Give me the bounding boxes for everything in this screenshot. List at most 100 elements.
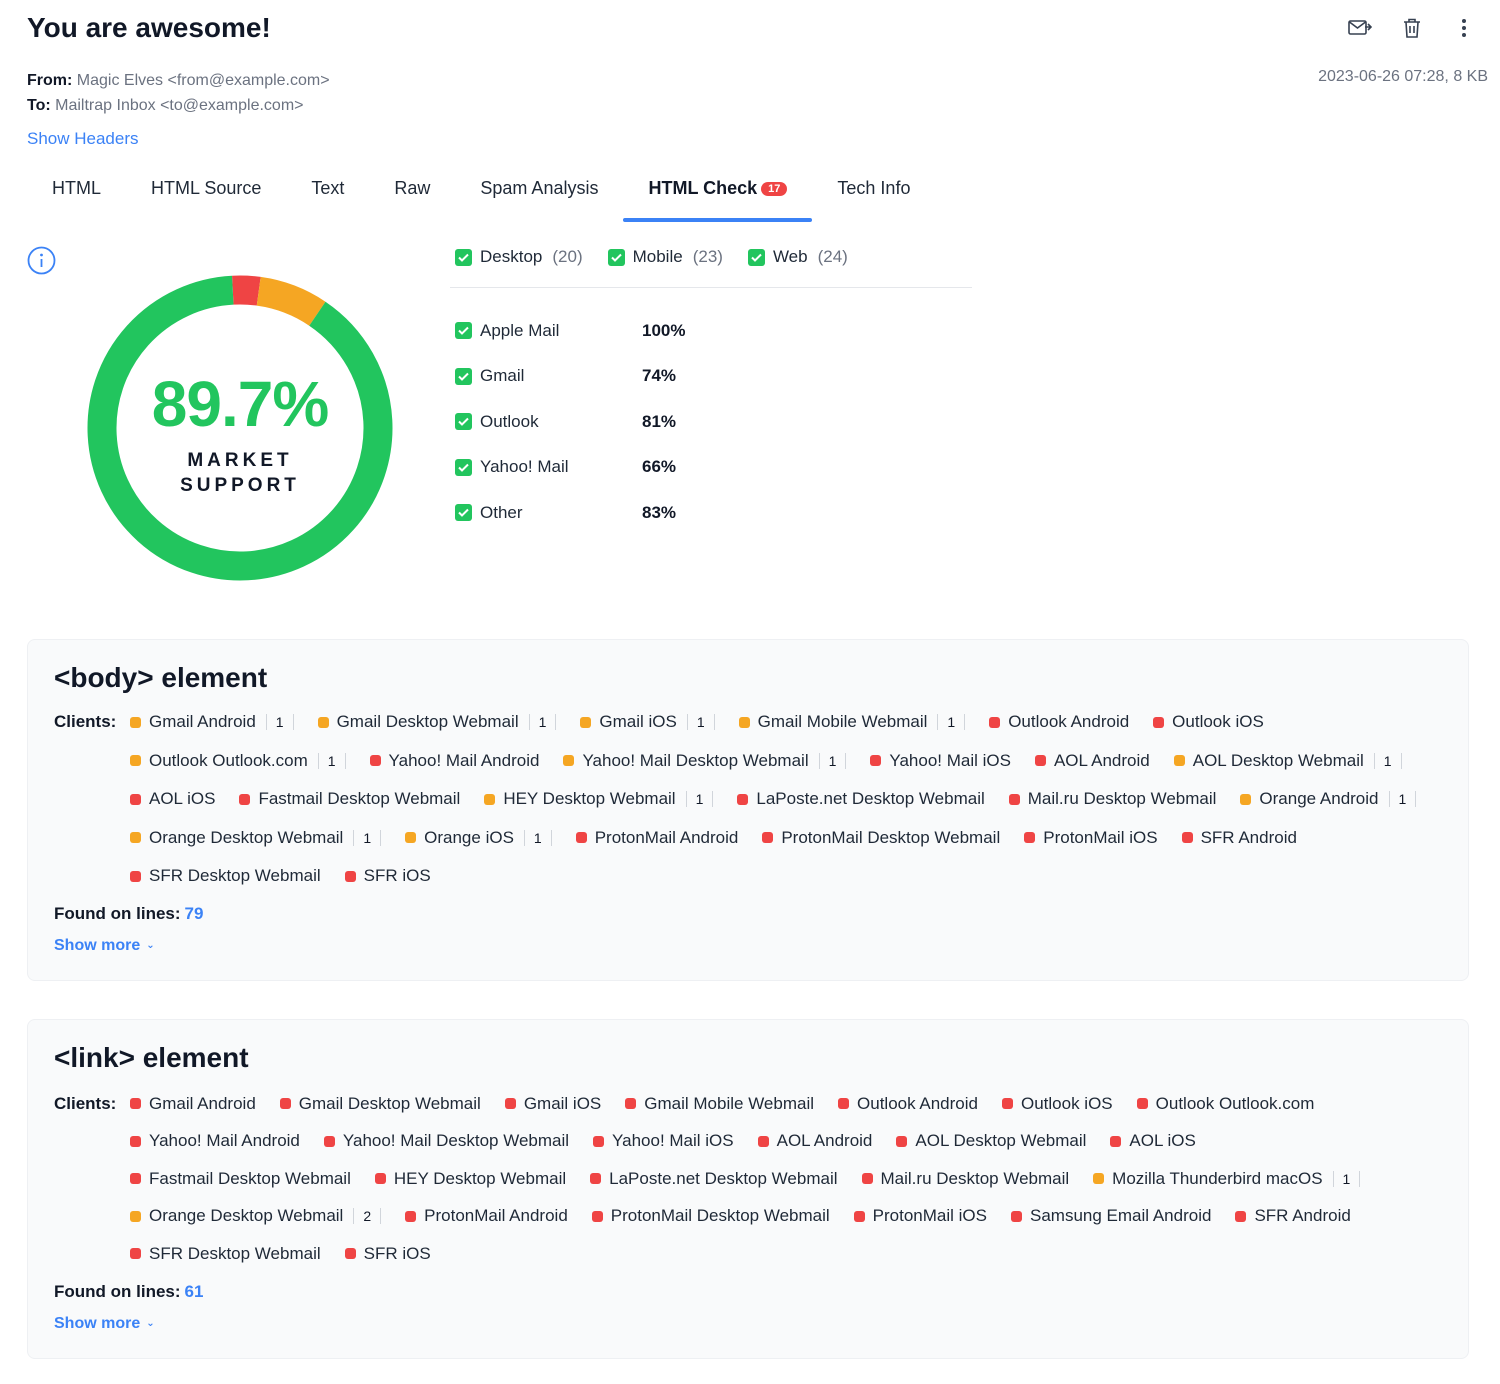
client-support-row: Yahoo! Mail 66% <box>455 445 685 491</box>
found-line-link[interactable]: 61 <box>185 1282 204 1301</box>
show-more-label[interactable]: Show more <box>54 937 140 954</box>
tab-raw[interactable]: Raw <box>369 170 455 222</box>
show-headers-link[interactable]: Show Headers <box>27 129 139 149</box>
info-icon[interactable] <box>27 246 56 275</box>
unsupported-dot-icon <box>762 832 774 844</box>
client-chip: Gmail Mobile Webmail 1 <box>738 703 966 742</box>
checkbox-checked-icon[interactable] <box>455 504 472 522</box>
client-toggle[interactable]: Gmail <box>455 366 642 386</box>
client-chip-name: Gmail Android <box>149 712 256 732</box>
tab-tech-info[interactable]: Tech Info <box>812 170 935 222</box>
note-count[interactable]: 2 <box>353 1208 382 1225</box>
client-name[interactable]: Other <box>480 503 523 523</box>
note-count[interactable]: 1 <box>818 752 847 769</box>
filter-mobile[interactable]: Mobile (23) <box>607 247 723 267</box>
client-chip: Yahoo! Mail Android <box>369 742 539 781</box>
more-vertical-icon[interactable] <box>1452 16 1476 40</box>
note-count[interactable]: 1 <box>1332 1170 1361 1187</box>
tab-text[interactable]: Text <box>286 170 369 222</box>
forward-mail-icon[interactable] <box>1348 16 1372 40</box>
note-count[interactable]: 1 <box>528 714 557 731</box>
unsupported-dot-icon <box>130 870 141 882</box>
filter-desktop[interactable]: Desktop (20) <box>455 247 583 267</box>
client-chip: Gmail Android <box>130 1085 256 1123</box>
filter-label[interactable]: Desktop <box>480 247 542 267</box>
client-toggle[interactable]: Other <box>455 503 642 523</box>
client-chip: SFR Desktop Webmail <box>130 1235 321 1273</box>
client-chip-name: AOL Desktop Webmail <box>1192 750 1364 770</box>
checkbox-checked-icon[interactable] <box>607 248 625 266</box>
filter-label[interactable]: Web <box>773 247 808 267</box>
checkbox-checked-icon[interactable] <box>455 322 472 340</box>
show-more-button[interactable]: Show more ⌄ <box>54 1315 155 1333</box>
tab-label[interactable]: Spam Analysis <box>480 178 598 198</box>
client-chip-name: SFR iOS <box>363 866 431 886</box>
client-chip: Gmail Mobile Webmail <box>625 1085 814 1123</box>
partial-dot-icon <box>130 832 141 844</box>
unsupported-dot-icon <box>1001 1098 1013 1110</box>
client-name[interactable]: Apple Mail <box>480 321 559 341</box>
client-toggle[interactable]: Yahoo! Mail <box>455 457 642 477</box>
found-line-link[interactable]: 79 <box>185 904 204 923</box>
tab-label[interactable]: Raw <box>394 178 430 198</box>
client-chip-name: HEY Desktop Webmail <box>393 1168 567 1188</box>
note-count[interactable]: 1 <box>1388 791 1417 808</box>
tab-html[interactable]: HTML <box>27 170 126 222</box>
note-count[interactable]: 1 <box>317 752 346 769</box>
market-support-label-line2: SUPPORT <box>180 475 300 496</box>
chevron-down-icon[interactable]: ⌄ <box>146 1318 154 1329</box>
filter-count: (20) <box>552 247 583 266</box>
client-percent: 66% <box>642 457 677 477</box>
from-row: From: Magic Elves <from@example.com> <box>27 68 330 93</box>
checkbox-checked-icon[interactable] <box>455 413 472 431</box>
note-count[interactable]: 1 <box>265 714 294 731</box>
tab-label[interactable]: Tech Info <box>837 178 910 198</box>
trash-icon[interactable] <box>1400 16 1424 40</box>
client-name[interactable]: Yahoo! Mail <box>480 457 569 477</box>
unsupported-dot-icon <box>369 755 381 767</box>
tab-spam-analysis[interactable]: Spam Analysis <box>455 170 623 222</box>
checkbox-checked-icon[interactable] <box>747 248 765 266</box>
client-chip-name: AOL iOS <box>1129 1131 1196 1151</box>
tab-html-source[interactable]: HTML Source <box>126 170 286 222</box>
checkbox-checked-icon[interactable] <box>455 458 472 476</box>
client-toggle[interactable]: Outlook <box>455 412 642 432</box>
note-count[interactable]: 1 <box>523 829 552 846</box>
unsupported-dot-icon <box>853 1210 865 1222</box>
note-count[interactable]: 1 <box>685 791 714 808</box>
client-chip-name: Outlook Android <box>857 1093 978 1113</box>
show-more-label[interactable]: Show more <box>54 1315 140 1332</box>
client-chip-name: SFR Android <box>1254 1206 1351 1226</box>
tab-html-check[interactable]: HTML Check 17 <box>623 170 813 222</box>
note-count[interactable]: 1 <box>353 829 382 846</box>
client-chip: ProtonMail Android <box>405 1198 568 1236</box>
unsupported-dot-icon <box>130 1098 141 1110</box>
email-meta: From: Magic Elves <from@example.com> To:… <box>27 68 330 118</box>
platform-filters: Desktop (20) Mobile (23) Web (24) <box>455 247 848 267</box>
note-count[interactable]: 1 <box>937 714 966 731</box>
client-toggle[interactable]: Apple Mail <box>455 321 642 341</box>
client-chip-name: Yahoo! Mail Android <box>149 1131 300 1151</box>
client-chip: ProtonMail Desktop Webmail <box>762 819 1000 858</box>
divider <box>450 287 972 288</box>
note-count[interactable]: 1 <box>1373 752 1402 769</box>
tab-label[interactable]: HTML <box>52 178 101 198</box>
tab-label[interactable]: HTML Check <box>648 178 757 198</box>
checkbox-checked-icon[interactable] <box>455 367 472 385</box>
client-name[interactable]: Outlook <box>480 412 539 432</box>
show-more-button[interactable]: Show more ⌄ <box>54 937 155 955</box>
client-chip-name: Orange Desktop Webmail <box>149 1206 344 1226</box>
filter-label[interactable]: Mobile <box>633 247 683 267</box>
client-chip-name: AOL iOS <box>149 789 216 809</box>
chevron-down-icon[interactable]: ⌄ <box>146 940 154 951</box>
client-name[interactable]: Gmail <box>480 366 524 386</box>
client-chip-name: Gmail Mobile Webmail <box>644 1093 815 1113</box>
note-count[interactable]: 1 <box>686 714 715 731</box>
tab-label[interactable]: HTML Source <box>151 178 261 198</box>
filter-web[interactable]: Web (24) <box>747 247 848 267</box>
client-chip-name: HEY Desktop Webmail <box>503 789 676 809</box>
tab-label[interactable]: Text <box>311 178 344 198</box>
checkbox-checked-icon[interactable] <box>455 248 472 266</box>
card-title: <link> element <box>54 1042 249 1073</box>
client-chip: Yahoo! Mail Desktop Webmail 1 <box>563 742 847 781</box>
